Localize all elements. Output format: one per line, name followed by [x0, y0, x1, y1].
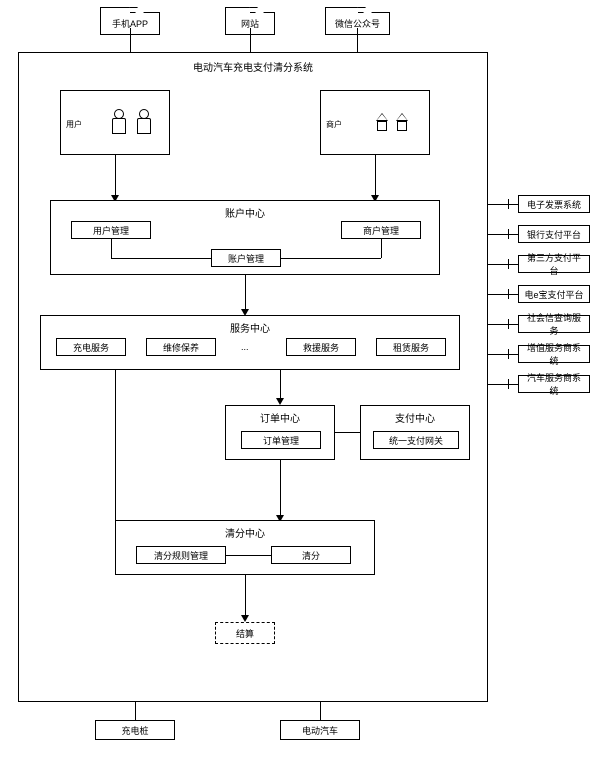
user-box: 用户 — [60, 90, 170, 155]
payment-gateway-box: 统一支付网关 — [373, 431, 459, 449]
order-center: 订单中心 订单管理 — [225, 405, 335, 460]
label: 商户管理 — [363, 224, 399, 237]
label: 充电服务 — [73, 341, 109, 354]
label: 清分 — [302, 549, 320, 562]
account-center: 账户中心 用户管理 商户管理 账户管理 — [50, 200, 440, 275]
label: 充电桩 — [121, 724, 148, 737]
label: 汽车服务商系统 — [523, 371, 585, 397]
ext-vas: 增值服务商系统 — [518, 345, 590, 363]
label: 增值服务商系统 — [523, 341, 585, 367]
person-icon — [111, 109, 125, 135]
merchant-mgmt-box: 商户管理 — [341, 221, 421, 239]
service-center: 服务中心 充电服务 维修保养 ... 救援服务 租赁服务 — [40, 315, 460, 370]
person-icon — [136, 109, 150, 135]
label: 银行支付平台 — [527, 228, 581, 241]
ext-query: 社会信查询服务 — [518, 315, 590, 333]
merchant-label: 商户 — [326, 119, 342, 130]
account-mgmt-box: 账户管理 — [211, 249, 281, 267]
clearing-center-title: 清分中心 — [225, 525, 265, 540]
ext-gold: 电e宝支付平台 — [518, 285, 590, 303]
charging-service-box: 充电服务 — [56, 338, 126, 356]
user-mgmt-box: 用户管理 — [71, 221, 151, 239]
label: 救援服务 — [303, 341, 339, 354]
label: 用户管理 — [93, 224, 129, 237]
ext-thirdparty: 第三方支付平台 — [518, 255, 590, 273]
order-mgmt-box: 订单管理 — [241, 431, 321, 449]
payment-center: 支付中心 统一支付网关 — [360, 405, 470, 460]
payment-center-title: 支付中心 — [395, 410, 435, 425]
clearing-center: 清分中心 清分规则管理 清分 — [115, 520, 375, 575]
order-center-title: 订单中心 — [260, 410, 300, 425]
maintenance-box: 维修保养 — [146, 338, 216, 356]
label: 社会信查询服务 — [523, 311, 585, 337]
label: 账户管理 — [228, 252, 264, 265]
clearing-rule-box: 清分规则管理 — [136, 546, 226, 564]
user-label: 用户 — [66, 119, 82, 130]
building-icon — [396, 113, 408, 131]
label: 电e宝支付平台 — [524, 288, 583, 301]
label: 第三方支付平台 — [523, 251, 585, 277]
label: 租赁服务 — [393, 341, 429, 354]
charging-pile-box: 充电桩 — [95, 720, 175, 740]
account-center-title: 账户中心 — [225, 205, 265, 220]
label: 电子发票系统 — [527, 198, 581, 211]
ext-bank: 银行支付平台 — [518, 225, 590, 243]
building-icon — [376, 113, 388, 131]
label: 电动汽车 — [302, 724, 338, 737]
label: 订单管理 — [263, 434, 299, 447]
merchant-box: 商户 — [320, 90, 430, 155]
label: 清分规则管理 — [154, 549, 208, 562]
clearing-box: 清分 — [271, 546, 351, 564]
ext-einvoice: 电子发票系统 — [518, 195, 590, 213]
ev-box: 电动汽车 — [280, 720, 360, 740]
ellipsis: ... — [241, 342, 249, 352]
label: 结算 — [236, 627, 254, 640]
settlement-box: 结算 — [215, 622, 275, 644]
label: 维修保养 — [163, 341, 199, 354]
rental-service-box: 租赁服务 — [376, 338, 446, 356]
service-center-title: 服务中心 — [230, 320, 270, 335]
label: 统一支付网关 — [389, 434, 443, 447]
system-title: 电动汽车充电支付清分系统 — [193, 59, 313, 74]
rescue-service-box: 救援服务 — [286, 338, 356, 356]
ext-auto: 汽车服务商系统 — [518, 375, 590, 393]
